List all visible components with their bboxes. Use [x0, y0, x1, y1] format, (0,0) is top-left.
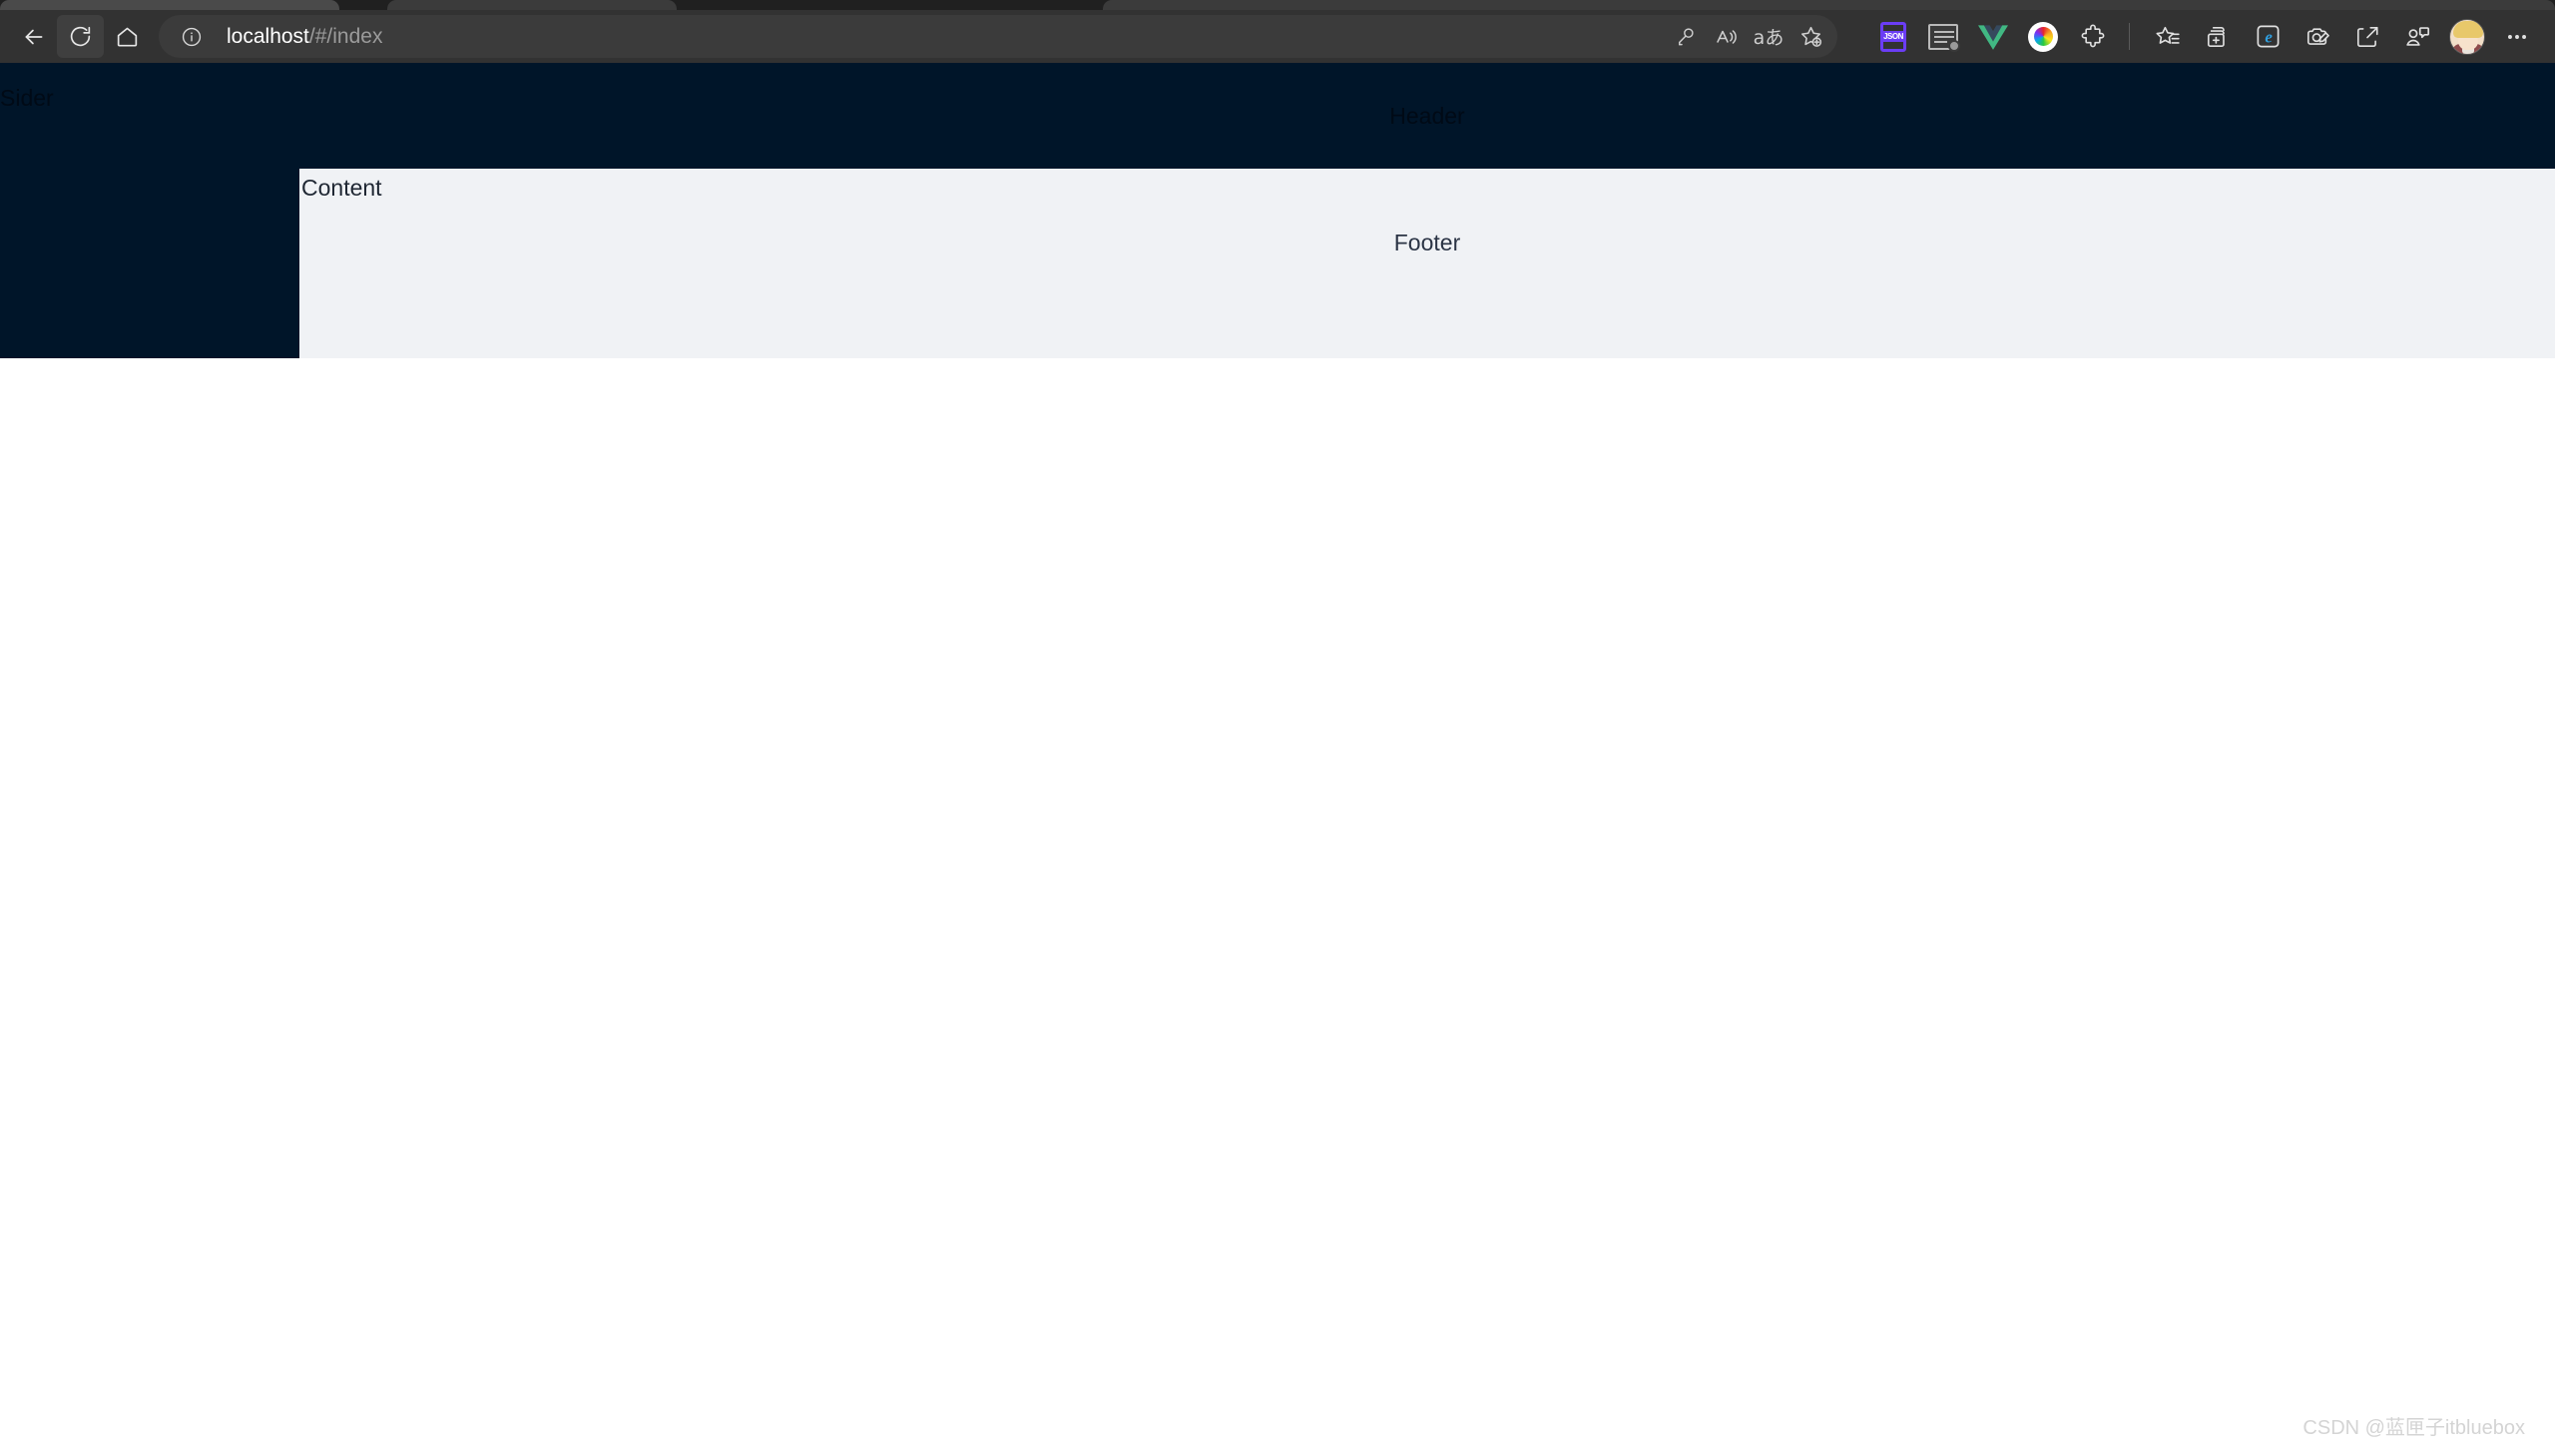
collections-icon[interactable]: [2194, 15, 2242, 58]
browser-chrome: localhost/#/index aあ JSON e: [0, 0, 2555, 63]
browser-essentials-icon[interactable]: [2393, 15, 2441, 58]
favorites-icon[interactable]: [2144, 15, 2192, 58]
home-icon: [117, 27, 138, 47]
json-file-glyph: JSON: [1880, 21, 1906, 52]
add-favorite-icon[interactable]: [1789, 18, 1831, 56]
ie-mode-icon[interactable]: e: [2244, 15, 2292, 58]
sider-label: Sider: [0, 85, 54, 111]
browser-tab[interactable]: [1103, 0, 2555, 10]
web-capture-icon[interactable]: [2294, 15, 2341, 58]
toolbar-divider: [2129, 23, 2130, 50]
svg-text:e: e: [2265, 28, 2273, 47]
footer-label: Footer: [1393, 230, 1461, 255]
page-viewport: Sider Header Content Footer CSDN @蓝匣子itb…: [0, 63, 2555, 1456]
star-list-glyph: [2156, 26, 2180, 44]
star-plus-glyph: [1800, 26, 1821, 47]
bug-dot: [1948, 39, 1960, 52]
share-icon[interactable]: [2343, 15, 2391, 58]
color-picker-icon[interactable]: [2019, 15, 2067, 58]
content-label: Content: [301, 175, 382, 201]
site-info-button[interactable]: [173, 18, 211, 56]
vue-logo-glyph: [1978, 24, 2008, 50]
layout-footer: Footer: [299, 202, 2555, 296]
back-arrow-icon: [25, 29, 42, 44]
browser-tab[interactable]: [387, 0, 677, 10]
camera-pen-glyph: [2306, 27, 2329, 45]
refresh-icon: [70, 26, 91, 47]
script-debug-glyph: [1928, 23, 1960, 52]
home-button[interactable]: [104, 15, 151, 58]
avatar-image: [2449, 18, 2485, 55]
translate-icon[interactable]: aあ: [1748, 18, 1789, 56]
url-text[interactable]: localhost/#/index: [227, 15, 1664, 58]
refresh-button[interactable]: [57, 15, 104, 58]
vue-devtools-icon[interactable]: [1969, 15, 2017, 58]
layout-header: Header: [299, 63, 2555, 169]
read-aloud-glyph: [1717, 29, 1737, 44]
extensions-group: JSON: [1867, 15, 2117, 58]
watermark: CSDN @蓝匣子itbluebox: [2302, 1417, 2525, 1439]
profile-avatar[interactable]: [2443, 15, 2491, 58]
script-debug-icon[interactable]: [1919, 15, 1967, 58]
extensions-puzzle-icon[interactable]: [2069, 15, 2117, 58]
layout-main-column: Header Content Footer: [299, 63, 2555, 358]
read-aloud-icon[interactable]: [1706, 18, 1748, 56]
translate-glyph: aあ: [1753, 27, 1785, 49]
address-bar[interactable]: localhost/#/index aあ: [159, 15, 1837, 58]
key-glyph: [1678, 28, 1694, 46]
settings-more-icon[interactable]: [2493, 15, 2541, 58]
puzzle-glyph: [2081, 24, 2105, 47]
back-button[interactable]: [10, 15, 57, 58]
json-viewer-icon[interactable]: JSON: [1869, 15, 1917, 58]
ellipsis-glyph: [2508, 34, 2526, 39]
info-circle-icon: [182, 27, 202, 46]
header-label: Header: [1389, 102, 1465, 129]
layout-content: Content Footer: [299, 169, 2555, 358]
tab-strip[interactable]: [0, 0, 2555, 10]
chat-bubbles-glyph: [2405, 27, 2429, 46]
ie-mode-glyph: e: [2257, 25, 2279, 48]
url-host: localhost: [227, 25, 309, 48]
share-glyph: [2356, 26, 2378, 47]
rainbow-circle-glyph: [2028, 21, 2058, 52]
browser-tab[interactable]: [0, 0, 339, 10]
address-bar-actions: aあ: [1664, 18, 1831, 56]
ant-layout: Sider Header Content Footer: [0, 63, 2555, 358]
url-path: /#/index: [308, 25, 383, 48]
password-key-icon[interactable]: [1664, 18, 1706, 56]
collections-glyph: [2207, 26, 2225, 47]
json-badge-label: JSON: [1881, 31, 1905, 42]
layout-sider: Sider: [0, 63, 299, 358]
browser-toolbar: localhost/#/index aあ JSON e: [0, 10, 2555, 63]
